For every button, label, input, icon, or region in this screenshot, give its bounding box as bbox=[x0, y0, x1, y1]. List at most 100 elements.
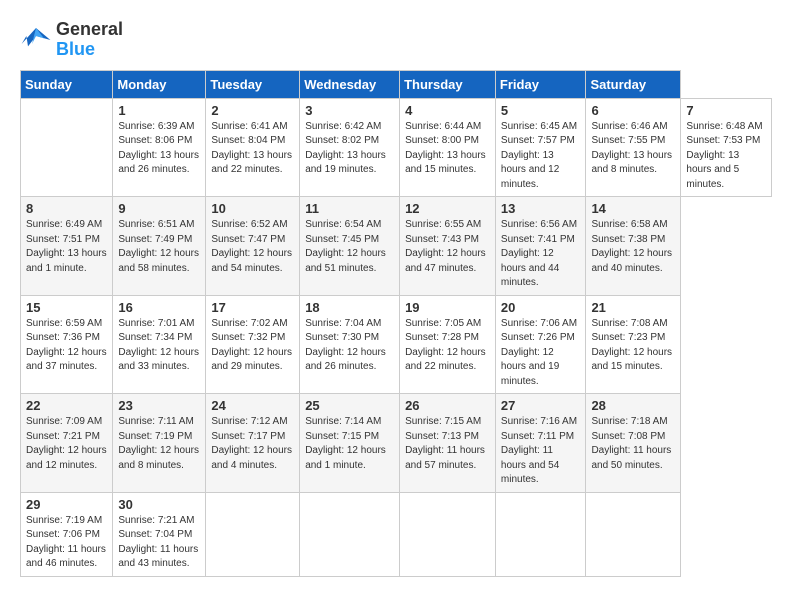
calendar-cell bbox=[300, 492, 400, 576]
calendar-cell: 18 Sunrise: 7:04 AMSunset: 7:30 PMDaylig… bbox=[300, 295, 400, 394]
calendar-cell: 22 Sunrise: 7:09 AMSunset: 7:21 PMDaylig… bbox=[21, 394, 113, 493]
calendar-cell: 1 Sunrise: 6:39 AMSunset: 8:06 PMDayligh… bbox=[113, 98, 206, 197]
calendar-cell: 20 Sunrise: 7:06 AMSunset: 7:26 PMDaylig… bbox=[495, 295, 586, 394]
calendar-cell bbox=[206, 492, 300, 576]
day-info: Sunrise: 7:08 AMSunset: 7:23 PMDaylight:… bbox=[591, 317, 675, 375]
calendar-cell: 12 Sunrise: 6:55 AMSunset: 7:43 PMDaylig… bbox=[400, 197, 496, 296]
day-info: Sunrise: 7:09 AMSunset: 7:21 PMDaylight:… bbox=[26, 415, 107, 473]
header-friday: Friday bbox=[495, 70, 586, 98]
day-number: 29 bbox=[26, 497, 107, 512]
day-info: Sunrise: 7:11 AMSunset: 7:19 PMDaylight:… bbox=[118, 415, 200, 473]
day-info: Sunrise: 6:48 AMSunset: 7:53 PMDaylight:… bbox=[686, 120, 766, 193]
day-info: Sunrise: 6:56 AMSunset: 7:41 PMDaylight:… bbox=[501, 218, 581, 291]
day-number: 1 bbox=[118, 103, 200, 118]
calendar-cell: 4 Sunrise: 6:44 AMSunset: 8:00 PMDayligh… bbox=[400, 98, 496, 197]
calendar-cell bbox=[21, 98, 113, 197]
day-number: 2 bbox=[211, 103, 294, 118]
header-thursday: Thursday bbox=[400, 70, 496, 98]
calendar-cell: 7 Sunrise: 6:48 AMSunset: 7:53 PMDayligh… bbox=[681, 98, 772, 197]
calendar-cell: 17 Sunrise: 7:02 AMSunset: 7:32 PMDaylig… bbox=[206, 295, 300, 394]
day-number: 26 bbox=[405, 398, 490, 413]
day-number: 20 bbox=[501, 300, 581, 315]
day-info: Sunrise: 6:39 AMSunset: 8:06 PMDaylight:… bbox=[118, 120, 200, 178]
day-info: Sunrise: 7:12 AMSunset: 7:17 PMDaylight:… bbox=[211, 415, 294, 473]
calendar-cell: 19 Sunrise: 7:05 AMSunset: 7:28 PMDaylig… bbox=[400, 295, 496, 394]
day-info: Sunrise: 7:19 AMSunset: 7:06 PMDaylight:… bbox=[26, 514, 107, 572]
day-info: Sunrise: 6:49 AMSunset: 7:51 PMDaylight:… bbox=[26, 218, 107, 276]
day-info: Sunrise: 7:06 AMSunset: 7:26 PMDaylight:… bbox=[501, 317, 581, 390]
day-number: 24 bbox=[211, 398, 294, 413]
calendar-cell: 3 Sunrise: 6:42 AMSunset: 8:02 PMDayligh… bbox=[300, 98, 400, 197]
calendar-header-row: SundayMondayTuesdayWednesdayThursdayFrid… bbox=[21, 70, 772, 98]
day-info: Sunrise: 6:44 AMSunset: 8:00 PMDaylight:… bbox=[405, 120, 490, 178]
calendar-cell: 15 Sunrise: 6:59 AMSunset: 7:36 PMDaylig… bbox=[21, 295, 113, 394]
day-info: Sunrise: 7:21 AMSunset: 7:04 PMDaylight:… bbox=[118, 514, 200, 572]
calendar-cell: 14 Sunrise: 6:58 AMSunset: 7:38 PMDaylig… bbox=[586, 197, 681, 296]
day-number: 7 bbox=[686, 103, 766, 118]
day-number: 10 bbox=[211, 201, 294, 216]
logo-general: General bbox=[56, 20, 123, 40]
day-info: Sunrise: 6:45 AMSunset: 7:57 PMDaylight:… bbox=[501, 120, 581, 193]
day-info: Sunrise: 6:51 AMSunset: 7:49 PMDaylight:… bbox=[118, 218, 200, 276]
header-saturday: Saturday bbox=[586, 70, 681, 98]
day-info: Sunrise: 7:18 AMSunset: 7:08 PMDaylight:… bbox=[591, 415, 675, 473]
calendar-cell: 24 Sunrise: 7:12 AMSunset: 7:17 PMDaylig… bbox=[206, 394, 300, 493]
day-number: 3 bbox=[305, 103, 394, 118]
day-info: Sunrise: 6:46 AMSunset: 7:55 PMDaylight:… bbox=[591, 120, 675, 178]
logo-blue: Blue bbox=[56, 40, 123, 60]
calendar-cell bbox=[495, 492, 586, 576]
day-number: 19 bbox=[405, 300, 490, 315]
day-number: 28 bbox=[591, 398, 675, 413]
week-row-1: 1 Sunrise: 6:39 AMSunset: 8:06 PMDayligh… bbox=[21, 98, 772, 197]
calendar-cell: 13 Sunrise: 6:56 AMSunset: 7:41 PMDaylig… bbox=[495, 197, 586, 296]
day-number: 14 bbox=[591, 201, 675, 216]
calendar-cell: 5 Sunrise: 6:45 AMSunset: 7:57 PMDayligh… bbox=[495, 98, 586, 197]
day-info: Sunrise: 6:55 AMSunset: 7:43 PMDaylight:… bbox=[405, 218, 490, 276]
day-info: Sunrise: 6:42 AMSunset: 8:02 PMDaylight:… bbox=[305, 120, 394, 178]
day-number: 27 bbox=[501, 398, 581, 413]
calendar-cell: 11 Sunrise: 6:54 AMSunset: 7:45 PMDaylig… bbox=[300, 197, 400, 296]
day-number: 4 bbox=[405, 103, 490, 118]
logo-icon bbox=[20, 24, 52, 56]
calendar-cell: 28 Sunrise: 7:18 AMSunset: 7:08 PMDaylig… bbox=[586, 394, 681, 493]
day-info: Sunrise: 7:04 AMSunset: 7:30 PMDaylight:… bbox=[305, 317, 394, 375]
day-info: Sunrise: 7:15 AMSunset: 7:13 PMDaylight:… bbox=[405, 415, 490, 473]
day-number: 6 bbox=[591, 103, 675, 118]
page-header: General Blue bbox=[20, 20, 772, 60]
day-number: 8 bbox=[26, 201, 107, 216]
day-info: Sunrise: 6:52 AMSunset: 7:47 PMDaylight:… bbox=[211, 218, 294, 276]
day-info: Sunrise: 6:54 AMSunset: 7:45 PMDaylight:… bbox=[305, 218, 394, 276]
week-row-3: 15 Sunrise: 6:59 AMSunset: 7:36 PMDaylig… bbox=[21, 295, 772, 394]
day-number: 23 bbox=[118, 398, 200, 413]
day-number: 25 bbox=[305, 398, 394, 413]
day-number: 12 bbox=[405, 201, 490, 216]
day-info: Sunrise: 7:01 AMSunset: 7:34 PMDaylight:… bbox=[118, 317, 200, 375]
day-info: Sunrise: 6:41 AMSunset: 8:04 PMDaylight:… bbox=[211, 120, 294, 178]
day-info: Sunrise: 7:02 AMSunset: 7:32 PMDaylight:… bbox=[211, 317, 294, 375]
calendar-table: SundayMondayTuesdayWednesdayThursdayFrid… bbox=[20, 70, 772, 577]
day-info: Sunrise: 6:58 AMSunset: 7:38 PMDaylight:… bbox=[591, 218, 675, 276]
header-wednesday: Wednesday bbox=[300, 70, 400, 98]
day-number: 16 bbox=[118, 300, 200, 315]
day-number: 30 bbox=[118, 497, 200, 512]
calendar-cell: 10 Sunrise: 6:52 AMSunset: 7:47 PMDaylig… bbox=[206, 197, 300, 296]
calendar-cell: 2 Sunrise: 6:41 AMSunset: 8:04 PMDayligh… bbox=[206, 98, 300, 197]
day-number: 5 bbox=[501, 103, 581, 118]
calendar-cell: 8 Sunrise: 6:49 AMSunset: 7:51 PMDayligh… bbox=[21, 197, 113, 296]
day-info: Sunrise: 7:05 AMSunset: 7:28 PMDaylight:… bbox=[405, 317, 490, 375]
calendar-cell: 26 Sunrise: 7:15 AMSunset: 7:13 PMDaylig… bbox=[400, 394, 496, 493]
calendar-cell: 6 Sunrise: 6:46 AMSunset: 7:55 PMDayligh… bbox=[586, 98, 681, 197]
day-info: Sunrise: 6:59 AMSunset: 7:36 PMDaylight:… bbox=[26, 317, 107, 375]
calendar-cell: 9 Sunrise: 6:51 AMSunset: 7:49 PMDayligh… bbox=[113, 197, 206, 296]
day-number: 15 bbox=[26, 300, 107, 315]
week-row-2: 8 Sunrise: 6:49 AMSunset: 7:51 PMDayligh… bbox=[21, 197, 772, 296]
day-number: 9 bbox=[118, 201, 200, 216]
calendar-cell bbox=[400, 492, 496, 576]
day-number: 11 bbox=[305, 201, 394, 216]
day-number: 13 bbox=[501, 201, 581, 216]
calendar-cell: 30 Sunrise: 7:21 AMSunset: 7:04 PMDaylig… bbox=[113, 492, 206, 576]
week-row-5: 29 Sunrise: 7:19 AMSunset: 7:06 PMDaylig… bbox=[21, 492, 772, 576]
calendar-cell: 21 Sunrise: 7:08 AMSunset: 7:23 PMDaylig… bbox=[586, 295, 681, 394]
day-number: 18 bbox=[305, 300, 394, 315]
calendar-cell: 29 Sunrise: 7:19 AMSunset: 7:06 PMDaylig… bbox=[21, 492, 113, 576]
